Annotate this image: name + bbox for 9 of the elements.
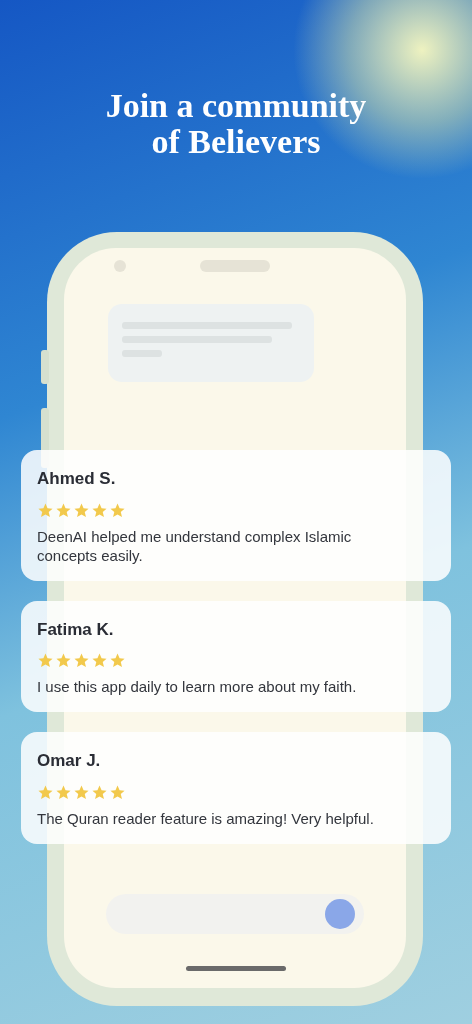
headline: of Believers: [151, 124, 321, 160]
review-text: The Quran reader feature is amazing! Very helpful.: [37, 808, 375, 828]
review-text: I use this app daily to learn more about my faith.: [37, 677, 358, 696]
reviewer-name: Omar J.: [37, 750, 102, 772]
reviewer-name: Fatima K.: [37, 618, 115, 641]
review-text: DeenAI helped me understand complex Islamic concepts easily.: [37, 526, 353, 565]
reviewer-name: Ahmed S.: [37, 468, 117, 490]
headline: Join a community: [105, 88, 367, 124]
send-icon: [325, 899, 355, 929]
